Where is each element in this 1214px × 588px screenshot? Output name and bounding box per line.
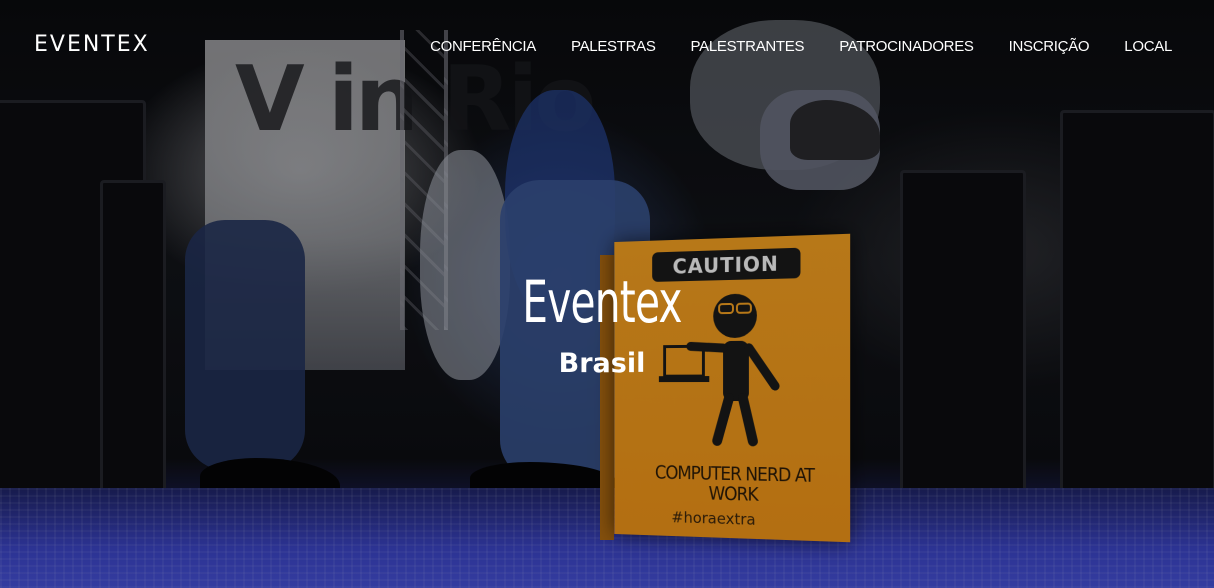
- nav-link-palestras[interactable]: PALESTRAS: [571, 38, 656, 55]
- nav-item-patrocinadores: PATROCINADORES: [839, 38, 974, 56]
- nav-link-local[interactable]: LOCAL: [1124, 38, 1172, 55]
- hero-subtitle: Brasil: [558, 348, 646, 379]
- nav-link-inscricao[interactable]: INSCRIÇÃO: [1009, 38, 1090, 55]
- hero-title: Eventex: [522, 268, 682, 336]
- nav-item-inscricao: INSCRIÇÃO: [1009, 38, 1090, 56]
- hero-section: V in Rio CAUTION COMPUTER NERD AT WORK #…: [0, 0, 1214, 588]
- nav-item-palestras: PALESTRAS: [571, 38, 656, 56]
- nav-link-palestrantes[interactable]: PALESTRANTES: [691, 38, 805, 55]
- nav-link-patrocinadores[interactable]: PATROCINADORES: [839, 38, 974, 55]
- nav-item-conferencia: CONFERÊNCIA: [430, 38, 536, 56]
- nav-link-conferencia[interactable]: CONFERÊNCIA: [430, 38, 536, 55]
- top-navbar: EVENTEX CONFERÊNCIA PALESTRAS PALESTRANT…: [0, 0, 1214, 90]
- nav-item-palestrantes: PALESTRANTES: [691, 38, 805, 56]
- nav-menu: CONFERÊNCIA PALESTRAS PALESTRANTES PATRO…: [395, 38, 1172, 56]
- nav-item-local: LOCAL: [1124, 38, 1172, 56]
- brand-logo-link[interactable]: EVENTEX: [34, 32, 150, 57]
